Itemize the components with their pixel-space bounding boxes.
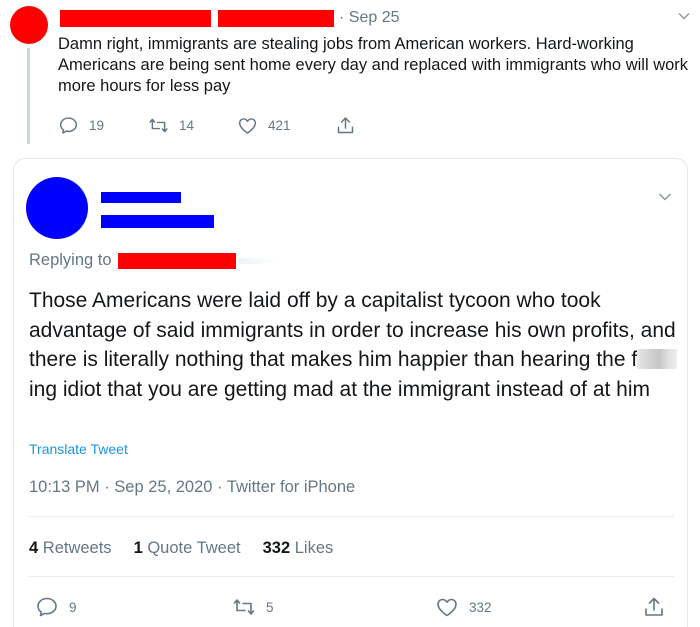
tweet-text: Those Americans were laid off by a capit… <box>29 286 679 404</box>
quotes-stat[interactable]: 1 Quote Tweet <box>134 539 241 558</box>
reply-count: 9 <box>69 599 77 615</box>
retweets-stat-label: Retweets <box>42 539 112 557</box>
reply-button[interactable]: 9 <box>35 596 77 618</box>
tweet-actions: 9 5 332 <box>35 594 675 622</box>
share-icon <box>645 597 663 616</box>
redaction-fade <box>237 257 278 264</box>
share-icon <box>337 116 354 133</box>
reply-icon <box>37 597 57 617</box>
redacted-display-name <box>101 192 181 203</box>
retweet-button[interactable]: 5 <box>232 596 274 618</box>
redacted-handle <box>218 10 334 27</box>
redacted-handle <box>101 215 214 228</box>
replying-to-label: Replying to <box>29 251 112 269</box>
parent-tweet[interactable]: · Sep 25 Damn right, immigrants are stea… <box>0 0 700 150</box>
like-button[interactable]: 421 <box>237 114 291 136</box>
focused-tweet: Replying to Those Americans were laid of… <box>13 158 688 627</box>
retweet-count: 14 <box>179 117 195 133</box>
share-button[interactable] <box>642 596 666 618</box>
tweet-text: Damn right, immigrants are stealing jobs… <box>58 35 689 95</box>
tweet-actions: 19 14 421 <box>58 114 378 136</box>
avatar[interactable] <box>26 177 88 239</box>
share-button[interactable] <box>335 114 356 136</box>
avatar[interactable] <box>10 6 48 44</box>
retweets-stat-count: 4 <box>29 539 39 557</box>
reply-button[interactable]: 19 <box>58 114 104 136</box>
like-count: 332 <box>469 599 492 615</box>
quotes-stat-label: Quote Tweet <box>147 539 241 557</box>
like-icon <box>437 598 457 617</box>
replying-to: Replying to <box>29 251 278 270</box>
like-button[interactable]: 332 <box>435 596 492 618</box>
likes-stat[interactable]: 332 Likes <box>263 539 334 558</box>
like-count: 421 <box>268 117 291 133</box>
retweet-icon <box>233 599 255 615</box>
tweet-stats: 4 Retweets 1 Quote Tweet 332 Likes <box>29 539 333 558</box>
translate-tweet-link[interactable]: Translate Tweet <box>29 441 128 457</box>
tweet-date[interactable]: · Sep 25 <box>339 9 399 27</box>
quotes-stat-count: 1 <box>133 539 143 557</box>
tweet-text-part2: ing idiot that you are getting mad at th… <box>29 377 651 401</box>
chevron-down-icon[interactable] <box>677 9 691 23</box>
redacted-reply-handle[interactable] <box>117 252 236 269</box>
likes-stat-label: Likes <box>294 539 334 557</box>
like-icon <box>238 117 257 134</box>
reply-icon <box>59 116 78 134</box>
thread-line <box>27 48 30 144</box>
retweet-count: 5 <box>266 599 274 615</box>
chevron-down-icon[interactable] <box>657 189 673 205</box>
retweet-button[interactable]: 14 <box>148 114 194 136</box>
tweet-text-part1: Those Americans were laid off by a capit… <box>29 289 676 371</box>
redacted-display-name <box>60 10 211 27</box>
divider <box>29 576 674 577</box>
reply-count: 19 <box>89 117 105 133</box>
retweet-icon <box>149 118 168 132</box>
tweet-timestamp[interactable]: 10:13 PM · Sep 25, 2020 · Twitter for iP… <box>29 478 355 497</box>
likes-stat-count: 332 <box>262 539 291 557</box>
divider <box>29 516 674 517</box>
censored-word <box>637 349 678 369</box>
retweets-stat[interactable]: 4 Retweets <box>29 539 112 558</box>
